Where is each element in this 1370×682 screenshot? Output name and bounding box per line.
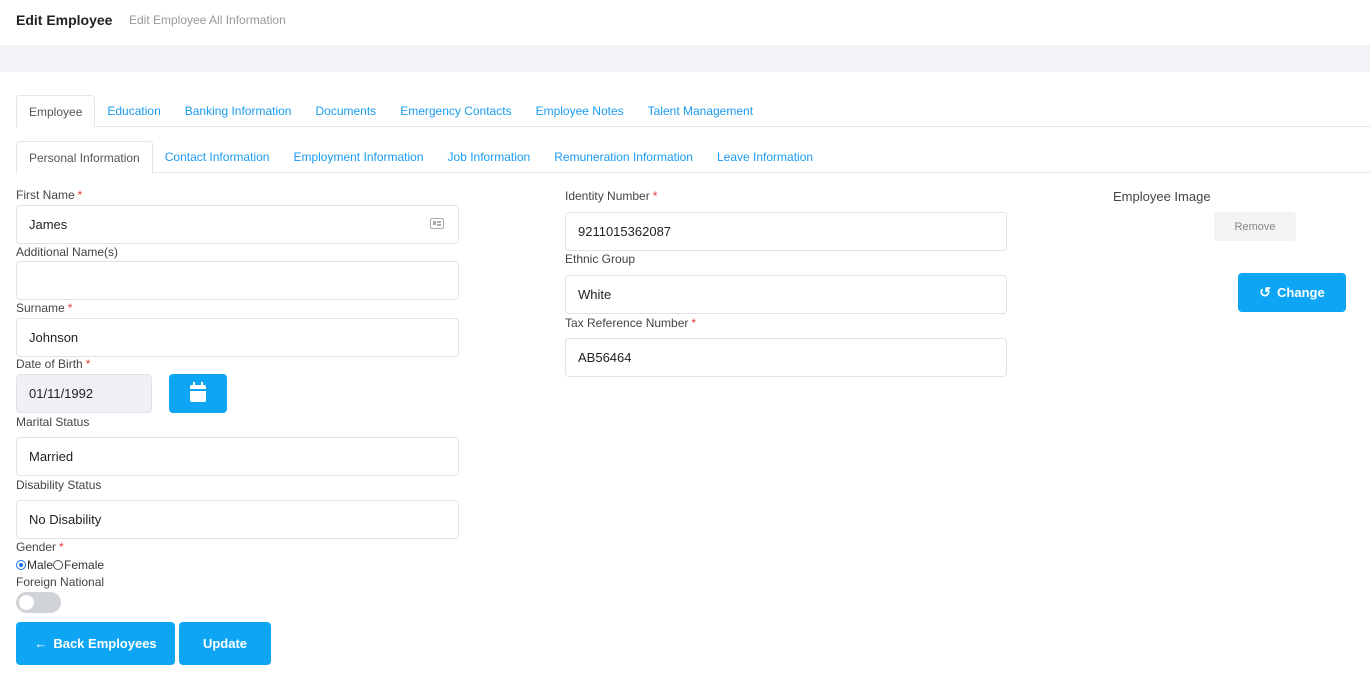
required-marker: *: [59, 540, 64, 554]
toggle-knob: [19, 595, 34, 610]
dob-label-text: Date of Birth: [16, 357, 83, 371]
calendar-icon: [190, 382, 206, 402]
identity-number-label-text: Identity Number: [565, 189, 650, 203]
subtab-employment-information[interactable]: Employment Information: [281, 141, 435, 173]
tax-reference-value: AB56464: [578, 350, 632, 365]
first-name-value: James: [29, 217, 68, 232]
remove-image-button[interactable]: Remove: [1214, 212, 1296, 241]
tab-employee-notes[interactable]: Employee Notes: [524, 95, 636, 127]
subtab-job-information[interactable]: Job Information: [436, 141, 543, 173]
marital-status-label: Marital Status: [16, 415, 90, 429]
marital-status-select[interactable]: Married: [16, 437, 459, 476]
tab-documents[interactable]: Documents: [303, 95, 388, 127]
dob-value: 01/11/1992: [29, 386, 94, 401]
subtab-personal-information[interactable]: Personal Information: [16, 141, 153, 174]
gender-male-radio[interactable]: [16, 560, 26, 570]
identity-number-label: Identity Number *: [565, 189, 657, 203]
first-name-label: First Name *: [16, 188, 82, 202]
marital-status-value: Married: [29, 449, 74, 464]
disability-status-select[interactable]: No Disability: [16, 500, 459, 539]
gender-radio-group: Male Female: [16, 558, 104, 572]
ethnic-group-label: Ethnic Group: [565, 252, 636, 266]
subtab-contact-information[interactable]: Contact Information: [153, 141, 282, 173]
tax-reference-label: Tax Reference Number *: [565, 316, 696, 330]
sub-tabs: Personal Information Contact Information…: [16, 141, 1370, 174]
first-name-label-text: First Name: [16, 188, 75, 202]
foreign-national-label: Foreign National: [16, 575, 105, 589]
tab-emergency-contacts[interactable]: Emergency Contacts: [388, 95, 523, 127]
page-title: Edit Employee: [16, 12, 113, 28]
gender-male-label: Male: [27, 558, 54, 572]
gender-label: Gender *: [16, 540, 64, 554]
tab-banking-information[interactable]: Banking Information: [173, 95, 304, 127]
tax-reference-label-text: Tax Reference Number: [565, 316, 689, 330]
surname-value: Johnson: [29, 330, 79, 345]
dob-input[interactable]: 01/11/1992: [16, 374, 152, 413]
page-subtitle: Edit Employee All Information: [129, 13, 286, 27]
subtab-remuneration-information[interactable]: Remuneration Information: [542, 141, 705, 173]
foreign-national-toggle[interactable]: [16, 592, 61, 613]
disability-status-label: Disability Status: [16, 478, 102, 492]
additional-names-input[interactable]: [16, 261, 459, 300]
required-marker: *: [85, 357, 91, 371]
dob-label: Date of Birth *: [16, 357, 90, 371]
employee-image-label: Employee Image: [1113, 189, 1211, 204]
ethnic-group-value: White: [578, 287, 612, 302]
disability-status-value: No Disability: [29, 512, 102, 527]
arrow-left-icon: ←: [34, 636, 48, 651]
tax-reference-input[interactable]: AB56464: [565, 338, 1007, 377]
surname-input[interactable]: Johnson: [16, 318, 459, 357]
ethnic-group-select[interactable]: White: [565, 275, 1007, 314]
remove-image-label: Remove: [1234, 220, 1276, 233]
required-marker: *: [652, 189, 658, 203]
surname-label: Surname *: [16, 301, 72, 315]
required-marker: *: [691, 316, 697, 330]
change-image-label: Change: [1277, 285, 1325, 300]
main-tabs: Employee Education Banking Information D…: [16, 95, 1370, 128]
change-image-button[interactable]: ↺ Change: [1238, 273, 1346, 312]
gender-female-label: Female: [64, 558, 105, 572]
required-marker: *: [67, 301, 73, 315]
subtab-leave-information[interactable]: Leave Information: [705, 141, 825, 173]
tab-employee[interactable]: Employee: [16, 95, 96, 128]
tab-education[interactable]: Education: [95, 95, 172, 127]
undo-icon: ↺: [1259, 284, 1272, 300]
page-header: Edit Employee Edit Employee All Informat…: [0, 0, 1370, 45]
surname-label-text: Surname: [16, 301, 65, 315]
calendar-button[interactable]: [169, 374, 227, 413]
update-label: Update: [202, 636, 248, 651]
update-button[interactable]: Update: [179, 622, 271, 665]
header-divider-band: [0, 45, 1370, 72]
first-name-input[interactable]: James: [16, 205, 459, 244]
id-card-icon: [430, 218, 444, 229]
back-employees-button[interactable]: ← Back Employees: [16, 622, 175, 665]
tab-talent-management[interactable]: Talent Management: [636, 95, 765, 127]
gender-female-radio[interactable]: [53, 560, 64, 570]
required-marker: *: [77, 188, 83, 202]
gender-label-text: Gender: [16, 540, 57, 554]
additional-names-label: Additional Name(s): [16, 245, 119, 259]
identity-number-value: 9211015362087: [578, 224, 672, 239]
back-employees-label: Back Employees: [53, 636, 157, 651]
identity-number-input[interactable]: 9211015362087: [565, 212, 1007, 251]
